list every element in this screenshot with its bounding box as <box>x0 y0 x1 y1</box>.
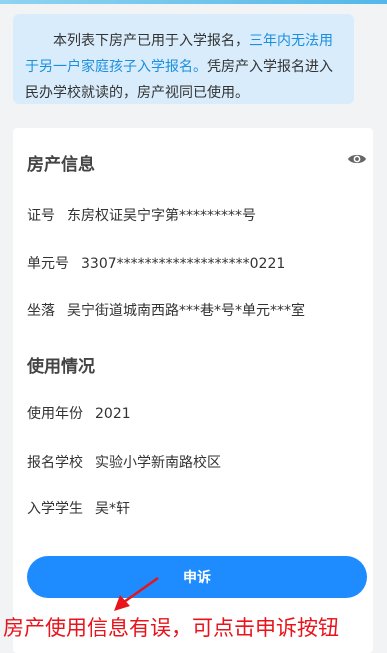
field-label: 报名学校 <box>27 455 83 471</box>
field-value: 实验小学新南路校区 <box>95 455 221 471</box>
usage-info-title: 使用情况 <box>27 357 95 377</box>
notice-text-part1: 本列表下房产已用于入学报名， <box>53 33 249 49</box>
field-value: 3307*******************0221 <box>81 256 286 272</box>
property-info-title: 房产信息 <box>27 155 95 175</box>
annotation-text: 房产使用信息有误，可点击申诉按钮 <box>3 616 339 640</box>
field-label: 单元号 <box>27 256 69 272</box>
field-label: 坐落 <box>27 303 55 319</box>
field-cert-number: 证号 东房权证吴宁字第*********号 <box>27 205 256 225</box>
field-unit-number: 单元号 3307*******************0221 <box>27 253 285 273</box>
property-card: 房产信息 证号 东房权证吴宁字第*********号 单元号 3307*******… <box>13 128 373 653</box>
notice-banner: 本列表下房产已用于入学报名，三年内无法用于另一户家庭孩子入学报名。凭房产入学报名… <box>13 14 354 104</box>
field-label: 入学学生 <box>27 501 83 517</box>
field-value: 吴宁街道城南西路***巷*号*单元***室 <box>67 303 305 319</box>
field-value: 吴*轩 <box>95 501 130 517</box>
field-value: 2021 <box>95 406 131 422</box>
field-label: 证号 <box>27 208 55 224</box>
field-student: 入学学生 吴*轩 <box>27 498 130 518</box>
eye-icon[interactable] <box>347 152 367 166</box>
field-value: 东房权证吴宁字第*********号 <box>67 208 256 224</box>
field-school: 报名学校 实验小学新南路校区 <box>27 452 221 472</box>
field-location: 坐落 吴宁街道城南西路***巷*号*单元***室 <box>27 300 305 320</box>
top-accent-strip <box>0 0 387 4</box>
field-label: 使用年份 <box>27 406 83 422</box>
field-usage-year: 使用年份 2021 <box>27 403 131 423</box>
appeal-button[interactable]: 申诉 <box>27 556 367 598</box>
